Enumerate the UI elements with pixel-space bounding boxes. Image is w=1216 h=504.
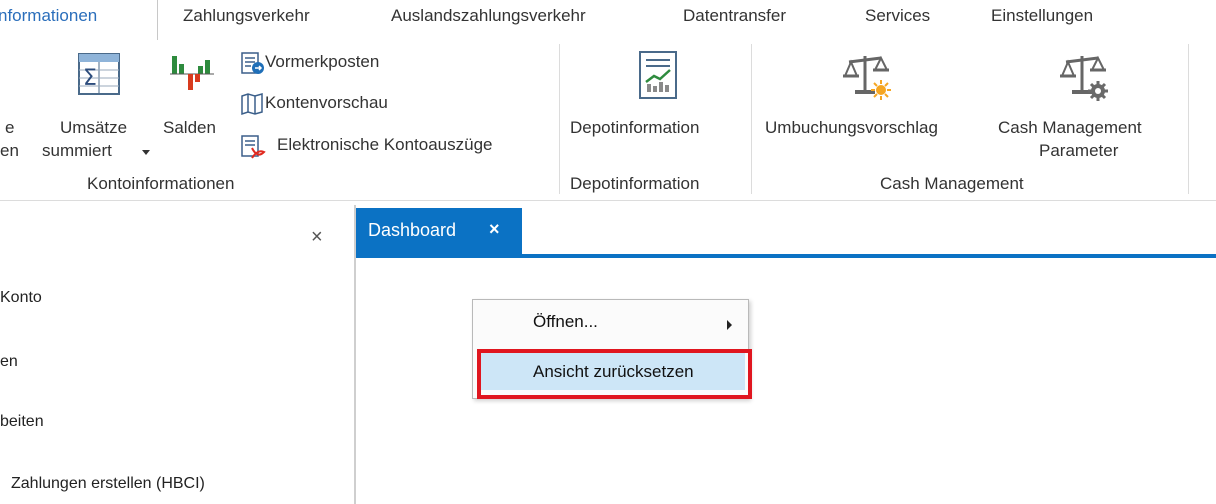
pdf-document-icon[interactable]	[240, 134, 266, 165]
menu-item-oeffnen[interactable]: Öffnen...	[533, 312, 598, 332]
cutoff-button-label-bottom[interactable]: en	[0, 141, 19, 161]
dropdown-arrow-icon[interactable]	[142, 150, 150, 155]
nav-item[interactable]: en	[0, 353, 18, 371]
tab-separator	[157, 0, 158, 40]
salden-button[interactable]: Salden	[163, 118, 216, 138]
highlight-box	[477, 349, 752, 399]
ribbon-tab-bar: nformationen Zahlungsverkehr Auslandszah…	[0, 0, 1216, 40]
balance-chart-icon[interactable]	[170, 52, 214, 103]
group-label-cash-management: Cash Management	[880, 174, 1024, 193]
group-label-kontoinformationen: Kontoinformationen	[87, 174, 235, 193]
depot-chart-icon[interactable]	[636, 50, 682, 105]
nav-item-zahlungen-erstellen[interactable]: Zahlungen erstellen (HBCI)	[11, 475, 205, 493]
kontenvorschau-button[interactable]: Kontenvorschau	[265, 93, 388, 113]
scale-gear-icon[interactable]	[1060, 50, 1110, 107]
tab-datentransfer[interactable]: Datentransfer	[683, 6, 786, 26]
nav-item[interactable]: beiten	[0, 413, 44, 431]
navigation-pane	[0, 201, 354, 504]
submenu-arrow-icon	[727, 320, 732, 330]
tab-services[interactable]: Services	[865, 6, 930, 26]
ribbon-group-separator	[559, 44, 560, 194]
umbuchungsvorschlag-button[interactable]: Umbuchungsvorschlag	[765, 118, 938, 138]
kontoauszuege-button[interactable]: Elektronische Kontoauszüge	[277, 135, 492, 155]
tab-einstellungen[interactable]: Einstellungen	[991, 6, 1093, 26]
map-icon[interactable]	[240, 92, 264, 121]
ribbon-group-separator	[751, 44, 752, 194]
nav-item-konto[interactable]: Konto	[0, 289, 42, 307]
cash-management-parameter-button[interactable]: Cash Management	[998, 118, 1142, 138]
umsaetze-button-label-2[interactable]: summiert	[42, 141, 112, 161]
ribbon-group-separator	[1188, 44, 1189, 194]
tab-auslandszahlungsverkehr[interactable]: Auslandszahlungsverkehr	[391, 6, 586, 26]
cash-management-parameter-button-line2[interactable]: Parameter	[1039, 141, 1118, 161]
depotinformation-button[interactable]: Depotinformation	[570, 118, 699, 138]
close-tab-icon[interactable]: ×	[489, 219, 500, 240]
sum-table-icon[interactable]: Σ	[77, 52, 121, 101]
close-pane-icon[interactable]: ×	[311, 226, 323, 249]
umsaetze-button-label[interactable]: Umsätze	[60, 118, 127, 138]
tab-dashboard[interactable]: Dashboard ×	[356, 208, 522, 254]
vormerkposten-button[interactable]: Vormerkposten	[265, 52, 379, 72]
vormerkposten-icon[interactable]	[240, 51, 264, 80]
svg-text:Σ: Σ	[83, 66, 97, 91]
tab-zahlungsverkehr[interactable]: Zahlungsverkehr	[183, 6, 310, 26]
scale-sun-icon[interactable]	[843, 50, 893, 105]
cutoff-button-label-top[interactable]: e	[5, 118, 14, 138]
group-label-depotinformation: Depotinformation	[570, 174, 700, 193]
document-tab-strip	[356, 254, 1216, 258]
tab-dashboard-label: Dashboard	[368, 220, 457, 240]
tab-kontoinformationen[interactable]: nformationen	[0, 6, 97, 26]
